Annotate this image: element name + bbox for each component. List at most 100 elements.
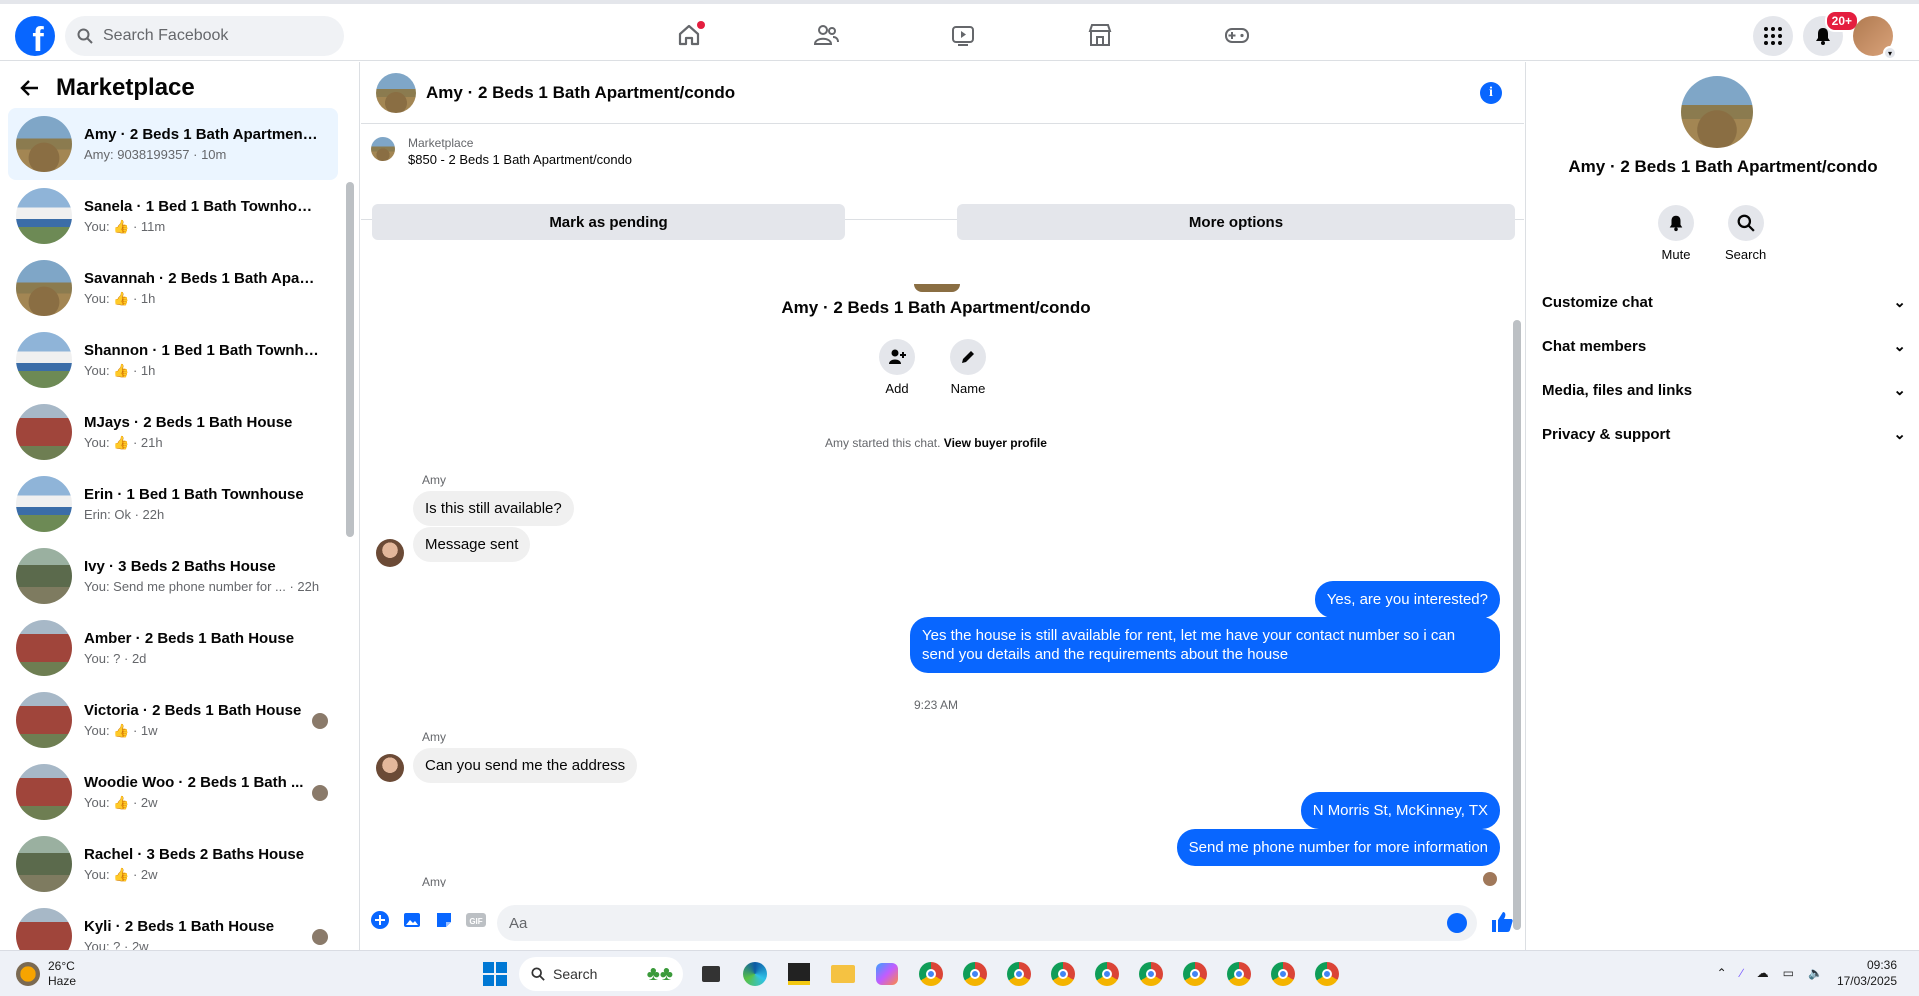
chat-profile-image[interactable] (1681, 76, 1753, 148)
listing-thumbnail[interactable] (371, 137, 395, 161)
nav-video-button[interactable] (894, 10, 1031, 60)
sidebar-scrollbar[interactable] (346, 182, 354, 537)
chat-title[interactable]: Amy · 2 Beds 1 Bath Apartment/condo (426, 83, 735, 103)
gif-button[interactable]: GIF (465, 909, 487, 931)
chat-thumbnail[interactable] (376, 72, 416, 113)
home-notification-dot (697, 21, 705, 29)
conversation-item[interactable]: Amber · 2 Beds 1 Bath House You: ? · 2d (8, 612, 338, 684)
nav-home-button[interactable] (620, 10, 757, 60)
sticky-notes-icon[interactable] (783, 958, 815, 990)
windows-taskbar: 26°C Haze Search ♣♣ ⌃ ∕ ☁ ▭ 🔈 09:36 17/03… (0, 950, 1919, 996)
message-bubble-outgoing[interactable]: Yes the house is still available for ren… (910, 617, 1500, 673)
chevron-down-icon: ⌄ (1893, 294, 1906, 311)
like-button[interactable] (1490, 910, 1514, 939)
facebook-logo[interactable]: f (15, 16, 55, 56)
chrome-profile-icon[interactable] (1179, 958, 1211, 990)
task-view-icon[interactable] (695, 958, 727, 990)
weather-widget[interactable]: 26°C Haze (16, 959, 76, 989)
listing-thumbnail (16, 692, 72, 748)
conversation-item[interactable]: Amy · 2 Beds 1 Bath Apartment/... Amy: 90… (8, 108, 338, 180)
marketplace-listing-bar: Marketplace $850 - 2 Beds 1 Bath Apartme… (361, 125, 1524, 240)
chat-panel: Amy · 2 Beds 1 Bath Apartment/condo i Ma… (361, 62, 1524, 950)
nav-friends-button[interactable] (757, 10, 894, 60)
conversation-item[interactable]: Savannah · 2 Beds 1 Bath Apart... You: 👍 … (8, 252, 338, 324)
conversation-item[interactable]: Erin · 1 Bed 1 Bath Townhouse Erin: Ok · … (8, 468, 338, 540)
chat-avatar (914, 284, 960, 292)
conversation-title: Victoria · 2 Beds 1 Bath House (84, 701, 302, 719)
chrome-profile-icon[interactable] (959, 958, 991, 990)
message-bubble-outgoing[interactable]: Send me phone number for more informatio… (1176, 829, 1500, 866)
message-bubble-incoming[interactable]: Can you send me the address (413, 748, 638, 783)
copilot-icon[interactable] (871, 958, 903, 990)
account-avatar[interactable]: ▾ (1853, 16, 1897, 60)
notifications-button[interactable]: 20+ (1803, 10, 1859, 56)
chevron-up-icon[interactable]: ⌃ (1717, 966, 1727, 980)
windows-start-icon[interactable] (483, 962, 507, 986)
chrome-profile-icon[interactable] (1223, 958, 1255, 990)
conversation-item[interactable]: MJays · 2 Beds 1 Bath House You: 👍 · 21h (8, 396, 338, 468)
conversation-item[interactable]: Victoria · 2 Beds 1 Bath House You: 👍 · 1… (8, 684, 338, 756)
conversation-preview: You: Send me phone number for ... · 22h (84, 579, 320, 594)
taskbar-search[interactable]: Search ♣♣ (519, 957, 683, 991)
chrome-profile-icon[interactable] (1003, 958, 1035, 990)
menu-button[interactable] (1753, 16, 1793, 56)
media-files-links-row[interactable]: Media, files and links ⌄ (1542, 372, 1906, 408)
privacy-support-row[interactable]: Privacy & support ⌄ (1542, 416, 1906, 452)
listing-thumbnail (16, 116, 72, 172)
amy-avatar[interactable] (376, 539, 404, 567)
volume-icon[interactable]: 🔈 (1808, 966, 1823, 980)
back-arrow-icon[interactable] (20, 78, 40, 98)
file-explorer-icon[interactable] (827, 958, 859, 990)
conversation-title: Amber · 2 Beds 1 Bath House (84, 630, 295, 647)
listing-thumbnail (16, 764, 72, 820)
mute-button[interactable]: Mute (1658, 205, 1694, 262)
conversation-item[interactable]: Sanela · 1 Bed 1 Bath Townhouse You: 👍 · … (8, 180, 338, 252)
search-in-chat-button[interactable]: Search (1725, 205, 1766, 262)
customize-chat-row[interactable]: Customize chat ⌄ (1542, 284, 1906, 320)
chrome-profile-icon[interactable] (1047, 958, 1079, 990)
conversation-item[interactable]: Ivy · 3 Beds 2 Baths House You: Send me p… (8, 540, 338, 612)
clock[interactable]: 09:36 17/03/2025 (1837, 957, 1897, 989)
conversation-item[interactable]: Rachel · 3 Beds 2 Baths House You: 👍 · 2w (8, 828, 338, 900)
nav-gaming-button[interactable] (1168, 10, 1305, 60)
message-bubble-outgoing[interactable]: Yes, are you interested? (1314, 581, 1500, 618)
add-people-button[interactable]: Add (879, 339, 915, 396)
nav-marketplace-button[interactable] (1031, 10, 1168, 60)
message-bubble-incoming[interactable]: Is this still available? (413, 491, 574, 526)
search-icon (531, 967, 545, 981)
network-icon[interactable]: ▭ (1783, 966, 1794, 980)
edge-icon[interactable] (739, 958, 771, 990)
message-bubble-outgoing[interactable]: N Morris St, McKinney, TX (1300, 792, 1500, 829)
conversation-item[interactable]: Shannon · 1 Bed 1 Bath Townhou... You: 👍 … (8, 324, 338, 396)
conversation-title: MJays · 2 Beds 1 Bath House (84, 413, 293, 431)
svg-text:GIF: GIF (469, 917, 482, 926)
chrome-profile-icon[interactable] (1135, 958, 1167, 990)
chrome-icon[interactable] (915, 958, 947, 990)
chrome-profile-icon[interactable] (1091, 958, 1123, 990)
message-input[interactable]: Aa (497, 905, 1477, 941)
info-icon[interactable]: i (1480, 82, 1502, 104)
pen-icon[interactable]: ∕ (1741, 966, 1743, 980)
details-chat-name: Amy · 2 Beds 1 Bath Apartment/condo (1568, 157, 1878, 176)
chevron-down-icon: ⌄ (1893, 338, 1906, 355)
name-button[interactable]: Name (950, 339, 986, 396)
message-bubble-incoming[interactable]: Message sent (413, 527, 531, 562)
plus-button[interactable] (369, 909, 391, 931)
emoji-icon[interactable] (1447, 913, 1467, 933)
chrome-profile-icon[interactable] (1311, 958, 1343, 990)
marketplace-label: Marketplace (408, 136, 474, 150)
chat-details-panel: Amy · 2 Beds 1 Bath Apartment/condo Mute… (1525, 62, 1919, 950)
chat-scrollbar[interactable] (1513, 320, 1521, 930)
friends-icon (813, 25, 839, 45)
conversation-item[interactable]: Woodie Woo · 2 Beds 1 Bath ... You: 👍 · 2… (8, 756, 338, 828)
cloud-icon[interactable]: ☁ (1757, 966, 1769, 980)
sticker-button[interactable] (433, 909, 455, 931)
view-buyer-profile-link[interactable]: View buyer profile (944, 436, 1047, 450)
facebook-search-input[interactable]: Search Facebook (65, 16, 344, 56)
chat-members-row[interactable]: Chat members ⌄ (1542, 328, 1906, 364)
conversation-title: Rachel · 3 Beds 2 Baths House (84, 845, 305, 863)
listing-price[interactable]: $850 - 2 Beds 1 Bath Apartment/condo (408, 152, 632, 167)
photo-button[interactable] (401, 909, 423, 931)
chrome-profile-icon[interactable] (1267, 958, 1299, 990)
amy-avatar[interactable] (376, 754, 404, 782)
